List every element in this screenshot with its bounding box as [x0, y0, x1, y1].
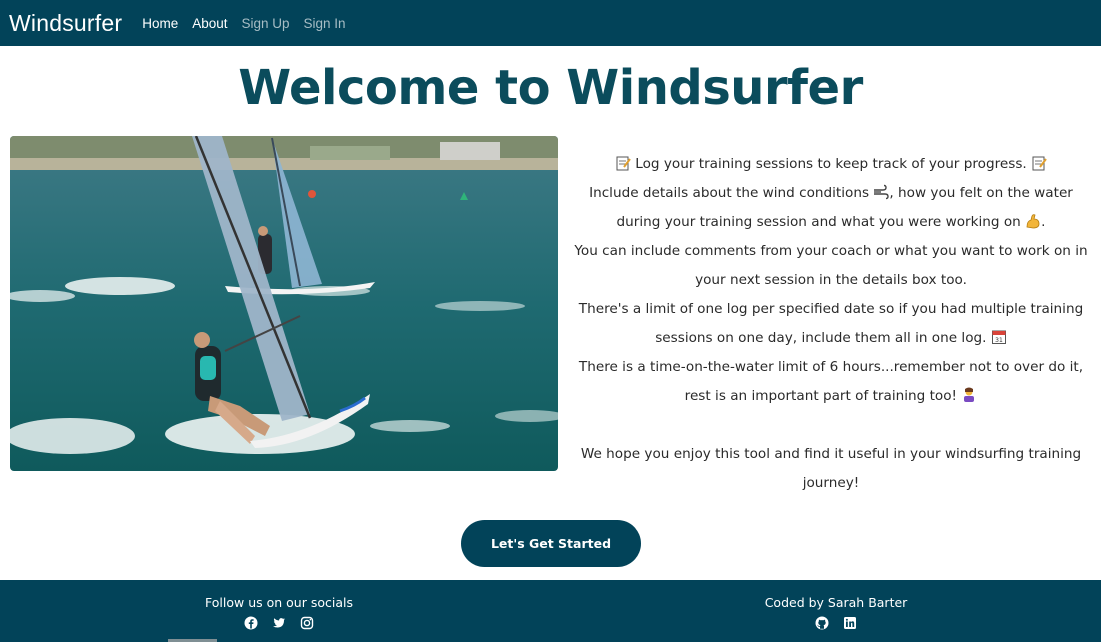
intro-line-5: There is a time-on-the-water limit of 6 … — [578, 359, 1084, 404]
memo-icon — [1031, 153, 1047, 171]
linkedin-icon[interactable] — [843, 616, 857, 630]
credit-label: Coded by Sarah Barter — [764, 595, 908, 610]
intro-text: Log your training sessions to keep track… — [566, 150, 1096, 498]
credit-section: Coded by Sarah Barter — [686, 595, 986, 630]
page-title: Welcome to Windsurfer — [238, 60, 863, 116]
socials-label: Follow us on our socials — [205, 595, 353, 610]
intro-line-6: We hope you enjoy this tool and find it … — [580, 446, 1082, 491]
instagram-icon[interactable] — [300, 616, 314, 630]
navbar: Windsurfer Home About Sign Up Sign In — [0, 0, 1101, 46]
intro-line-3: You can include comments from your coach… — [574, 243, 1088, 288]
flexed-biceps-icon — [1025, 211, 1041, 229]
nav-link-sign-up[interactable]: Sign Up — [242, 16, 290, 31]
intro-line-4: There's a limit of one log per specified… — [578, 301, 1084, 346]
calendar-icon: 31 — [991, 327, 1007, 344]
nav-link-about[interactable]: About — [192, 16, 227, 31]
hero-image — [10, 136, 558, 471]
get-started-button[interactable]: Let's Get Started — [461, 520, 641, 567]
brand-logo[interactable]: Windsurfer — [9, 10, 122, 37]
wind-icon — [873, 182, 890, 200]
intro-line-2: Include details about the wind condition… — [566, 179, 1096, 237]
github-icon[interactable] — [815, 616, 829, 630]
nav-link-home[interactable]: Home — [142, 16, 178, 31]
person-resting-icon — [961, 385, 977, 402]
nav-link-sign-in[interactable]: Sign In — [304, 16, 346, 31]
intro-line-1: Log your training sessions to keep track… — [566, 150, 1096, 179]
svg-text:31: 31 — [995, 337, 1003, 344]
credit-icons — [686, 616, 986, 630]
memo-icon — [615, 153, 631, 171]
social-icons — [129, 616, 429, 630]
twitter-icon[interactable] — [272, 616, 286, 630]
footer: Follow us on our socials Coded by Sarah … — [0, 580, 1101, 642]
facebook-icon[interactable] — [244, 616, 258, 630]
socials-section: Follow us on our socials — [129, 595, 429, 630]
